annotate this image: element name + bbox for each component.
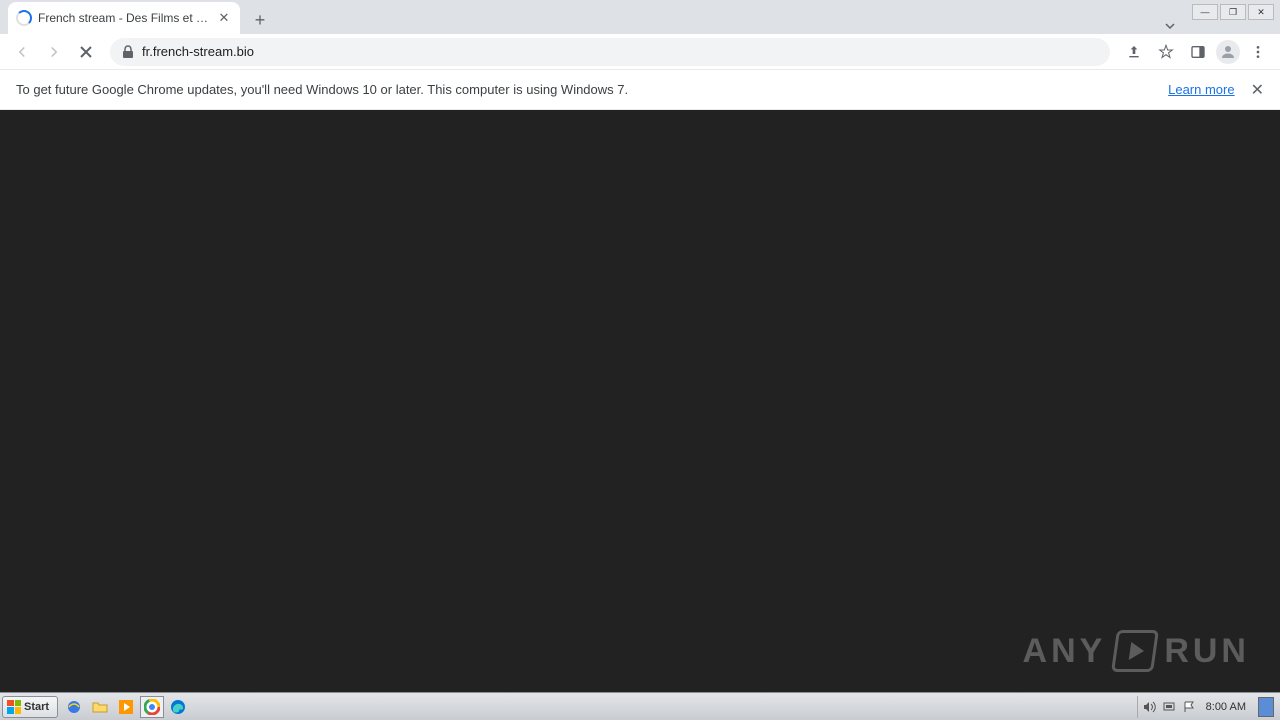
explorer-icon[interactable]: [88, 696, 112, 718]
start-label: Start: [24, 701, 49, 713]
taskbar-clock[interactable]: 8:00 AM: [1202, 701, 1250, 713]
media-player-icon[interactable]: [114, 696, 138, 718]
stop-button[interactable]: [72, 38, 100, 66]
infobar-message: To get future Google Chrome updates, you…: [16, 82, 1168, 97]
system-tray: 8:00 AM: [1137, 696, 1278, 718]
lock-icon: [122, 45, 134, 59]
ie-icon[interactable]: [62, 696, 86, 718]
address-bar[interactable]: fr.french-stream.bio: [110, 38, 1110, 66]
tab-title: French stream - Des Films et Séries: [38, 11, 210, 25]
watermark-text-right: RUN: [1164, 632, 1250, 671]
flag-icon[interactable]: [1182, 700, 1196, 714]
start-button[interactable]: Start: [2, 696, 58, 718]
minimize-window-button[interactable]: —: [1192, 4, 1218, 20]
show-desktop-button[interactable]: [1258, 697, 1274, 717]
window-controls: — ❐ ✕: [1158, 4, 1274, 38]
new-tab-button[interactable]: +: [246, 6, 274, 34]
url-text: fr.french-stream.bio: [142, 44, 254, 59]
close-window-button[interactable]: ✕: [1248, 4, 1274, 20]
back-button[interactable]: [8, 38, 36, 66]
side-panel-button[interactable]: [1184, 38, 1212, 66]
windows-taskbar: Start 8:00 AM: [0, 692, 1280, 720]
learn-more-link[interactable]: Learn more: [1168, 82, 1234, 97]
quick-launch: [62, 696, 190, 718]
close-infobar-button[interactable]: ✕: [1251, 80, 1264, 100]
chrome-taskbar-icon[interactable]: [140, 696, 164, 718]
network-icon[interactable]: [1162, 700, 1176, 714]
browser-tab[interactable]: French stream - Des Films et Séries ✕: [8, 2, 240, 34]
page-content: ANY RUN: [0, 110, 1280, 692]
menu-button[interactable]: [1244, 38, 1272, 66]
forward-button[interactable]: [40, 38, 68, 66]
maximize-window-button[interactable]: ❐: [1220, 4, 1246, 20]
anyrun-watermark: ANY RUN: [1023, 630, 1250, 672]
browser-window: French stream - Des Films et Séries ✕ + …: [0, 0, 1280, 692]
loading-spinner-icon: [16, 10, 32, 26]
bookmark-button[interactable]: [1152, 38, 1180, 66]
tabs-dropdown-button[interactable]: [1158, 14, 1182, 38]
update-infobar: To get future Google Chrome updates, you…: [0, 70, 1280, 110]
volume-icon[interactable]: [1142, 700, 1156, 714]
share-button[interactable]: [1120, 38, 1148, 66]
windows-logo-icon: [7, 700, 21, 714]
edge-icon[interactable]: [166, 696, 190, 718]
profile-button[interactable]: [1216, 40, 1240, 64]
play-icon: [1111, 630, 1159, 672]
tab-strip: French stream - Des Films et Séries ✕ + …: [0, 0, 1280, 34]
browser-toolbar: fr.french-stream.bio: [0, 34, 1280, 70]
close-tab-button[interactable]: ✕: [216, 10, 232, 26]
watermark-text-left: ANY: [1023, 632, 1107, 671]
